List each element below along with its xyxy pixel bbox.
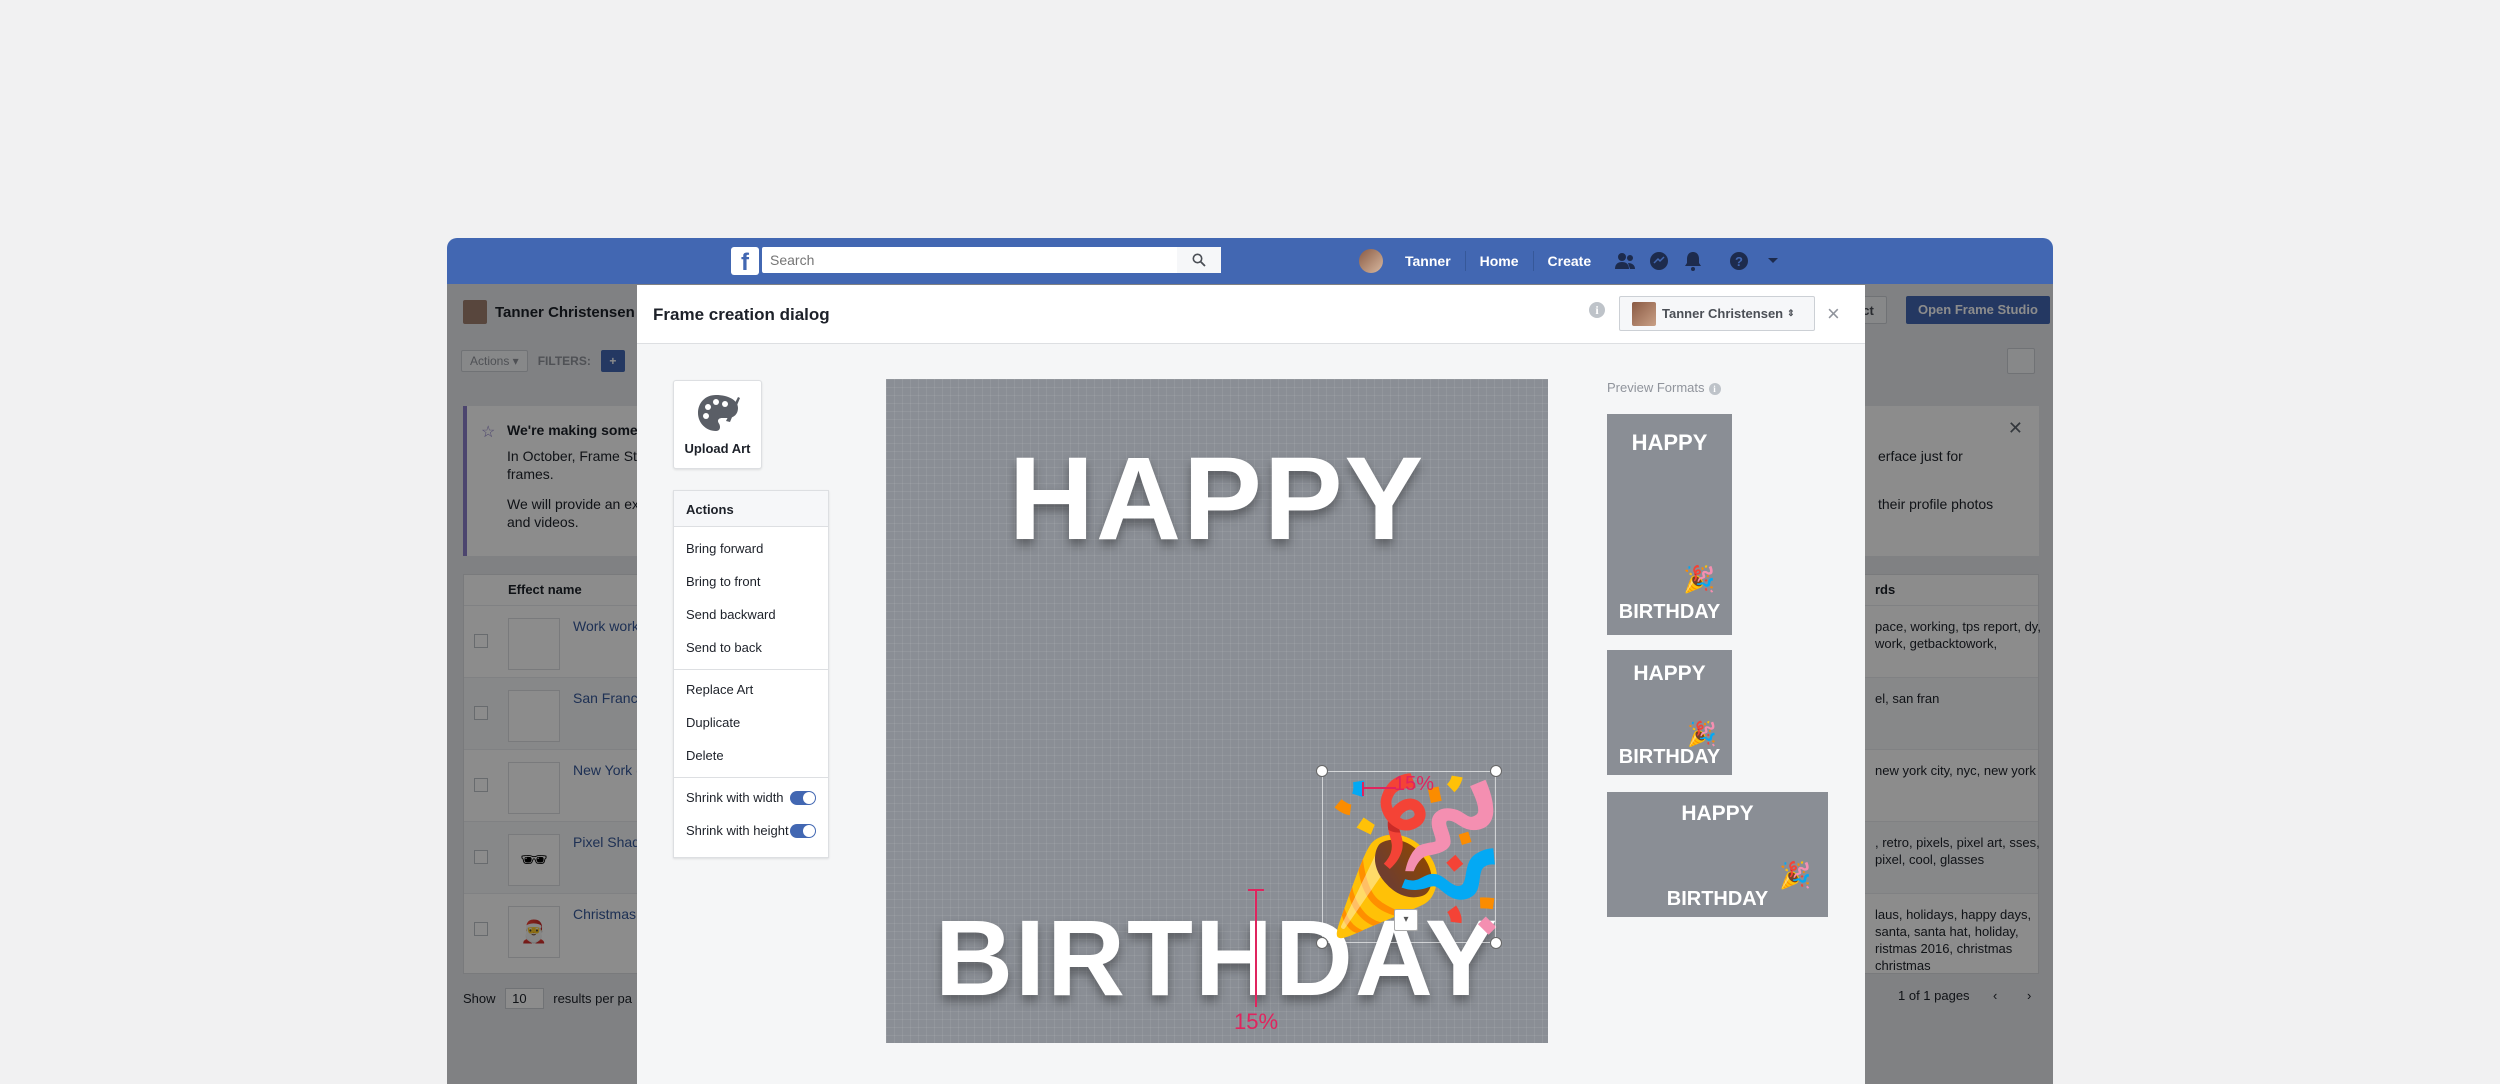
bring-forward-action[interactable]: Bring forward	[686, 541, 763, 556]
close-icon[interactable]: ×	[1827, 301, 1840, 327]
delete-action[interactable]: Delete	[686, 748, 724, 763]
preview-text-birthday: BIRTHDAY	[1666, 888, 1769, 910]
duplicate-action[interactable]: Duplicate	[686, 715, 740, 730]
preview-sticker: 🎉	[1683, 564, 1716, 594]
preview-text-happy: HAPPY	[1681, 802, 1754, 825]
resize-handle[interactable]	[1490, 937, 1502, 949]
account-menu-caret-icon[interactable]	[1759, 247, 1787, 275]
nav-right: Tanner Home Create ?	[1359, 246, 1787, 276]
resize-handle[interactable]	[1490, 765, 1502, 777]
horizontal-margin-guide	[1362, 787, 1396, 789]
send-to-back-action[interactable]: Send to back	[686, 640, 762, 655]
preview-tall: HAPPY 🎉 BIRTHDAY	[1607, 414, 1732, 635]
svg-text:?: ?	[1735, 254, 1743, 269]
preview-text-happy: HAPPY	[1631, 430, 1708, 455]
shrink-with-width-toggle[interactable]	[790, 791, 816, 805]
vertical-margin-guide	[1255, 889, 1257, 1007]
actions-panel: Actions Bring forward Bring to front Sen…	[673, 490, 829, 858]
nav-profile-link[interactable]: Tanner	[1391, 251, 1466, 271]
margin-guide-cap	[1248, 889, 1264, 891]
search-input[interactable]	[762, 247, 1221, 273]
info-icon[interactable]: i	[1708, 383, 1721, 395]
notifications-bell-icon[interactable]	[1679, 247, 1707, 275]
preview-wide: HAPPY 🎉 BIRTHDAY	[1607, 792, 1828, 917]
palette-icon	[698, 395, 740, 431]
preview-formats-title: Preview Formats i	[1607, 380, 1721, 395]
top-navigation-bar: f Tanner Home Create ?	[447, 238, 2053, 284]
avatar	[1632, 301, 1656, 326]
preview-text-birthday: BIRTHDAY	[1618, 601, 1721, 623]
sticker-options-dropdown[interactable]: ▾	[1394, 909, 1418, 931]
resize-handle[interactable]	[1316, 765, 1328, 777]
preview-text-birthday: BIRTHDAY	[1618, 746, 1721, 768]
preview-sticker: 🎉	[1687, 721, 1717, 748]
top-margin-label: 15%	[1394, 773, 1435, 795]
profile-selector[interactable]: Tanner Christensen ⇕	[1619, 296, 1815, 331]
sort-arrows-icon: ⇕	[1787, 308, 1795, 318]
shrink-with-height-label: Shrink with height	[686, 823, 789, 838]
messenger-icon[interactable]	[1645, 247, 1673, 275]
divider	[674, 669, 828, 670]
horizontal-margin-guide-cap	[1362, 782, 1364, 796]
shrink-with-height-toggle[interactable]	[790, 824, 816, 838]
preview-text-happy: HAPPY	[1633, 662, 1706, 685]
frame-canvas[interactable]: HAPPY BIRTHDAY 🎉 ▾ 15% 15%	[886, 379, 1548, 1043]
profile-selector-label: Tanner Christensen	[1662, 306, 1784, 321]
search-icon	[1192, 253, 1206, 267]
canvas-text-happy[interactable]: HAPPY	[886, 431, 1548, 567]
avatar[interactable]	[1359, 249, 1383, 273]
search-button[interactable]	[1177, 247, 1221, 273]
resize-handle[interactable]	[1316, 937, 1328, 949]
frame-creation-dialog: Frame creation dialog i Tanner Christens…	[637, 285, 1865, 1084]
dialog-header: Frame creation dialog i Tanner Christens…	[637, 285, 1865, 344]
send-backward-action[interactable]: Send backward	[686, 607, 776, 622]
facebook-logo[interactable]: f	[731, 247, 759, 276]
info-icon[interactable]: i	[1589, 302, 1605, 318]
divider	[674, 777, 828, 778]
preview-sticker: 🎉	[1779, 860, 1812, 890]
help-icon[interactable]: ?	[1725, 247, 1753, 275]
upload-art-button[interactable]: Upload Art	[673, 380, 762, 469]
actions-panel-title: Actions	[674, 491, 828, 527]
preview-formats-label: Preview Formats	[1607, 380, 1705, 395]
bring-to-front-action[interactable]: Bring to front	[686, 574, 760, 589]
replace-art-action[interactable]: Replace Art	[686, 682, 753, 697]
preview-square: HAPPY 🎉 BIRTHDAY	[1607, 650, 1732, 775]
upload-art-label: Upload Art	[684, 441, 751, 456]
shrink-with-width-label: Shrink with width	[686, 790, 784, 805]
friends-icon[interactable]	[1611, 247, 1639, 275]
nav-create-link[interactable]: Create	[1534, 251, 1606, 271]
bottom-margin-label: 15%	[1234, 1009, 1279, 1034]
dialog-title: Frame creation dialog	[653, 305, 830, 324]
nav-home-link[interactable]: Home	[1466, 251, 1534, 271]
